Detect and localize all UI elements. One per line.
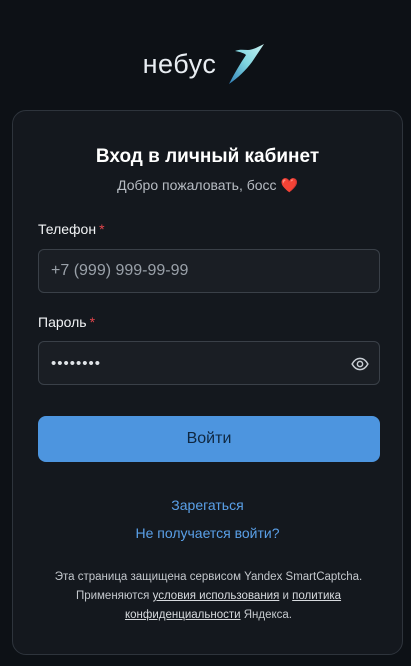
register-link[interactable]: Зарегаться [13,497,402,513]
welcome-subtitle: Добро пожаловать, босс ❤️ [13,177,402,194]
logo-swoosh-icon [229,44,265,84]
page-title: Вход в личный кабинет [95,146,320,167]
password-label: Пароль * [38,314,95,330]
captcha-prefix: Применяются [75,590,150,602]
captcha-line1: Эта страница защищена сервисом Yandex Sm… [54,571,363,583]
logo-text: небус [142,48,217,79]
required-mark: * [89,314,96,330]
captcha-suffix: Яндекса. [243,609,292,621]
password-label-text: Пароль [38,314,87,330]
privacy-link-part1[interactable]: политика [292,590,341,602]
trouble-login-link[interactable]: Не получается войти? [13,525,402,541]
phone-field[interactable] [38,249,380,293]
password-field[interactable]: •••••••• [38,341,380,385]
subtitle-text: Добро пожаловать, босс [117,177,277,193]
phone-label: Телефон * [38,221,105,237]
password-input[interactable]: •••••••• [51,355,101,372]
phone-label-text: Телефон [38,221,97,237]
privacy-link-part2[interactable]: конфиденциальности [125,609,241,621]
eye-icon[interactable] [351,355,369,373]
terms-link[interactable]: условия использования [153,590,280,602]
login-card: Вход в личный кабинет Добро пожаловать, … [12,110,403,655]
brand-logo: небус [0,42,411,86]
captcha-notice: Эта страница защищена сервисом Yandex Sm… [31,568,386,625]
phone-input[interactable] [51,262,331,280]
heart-icon: ❤️ [280,177,298,193]
captcha-and: и [282,590,289,602]
required-mark: * [99,221,105,237]
login-button[interactable]: Войти [38,416,380,462]
